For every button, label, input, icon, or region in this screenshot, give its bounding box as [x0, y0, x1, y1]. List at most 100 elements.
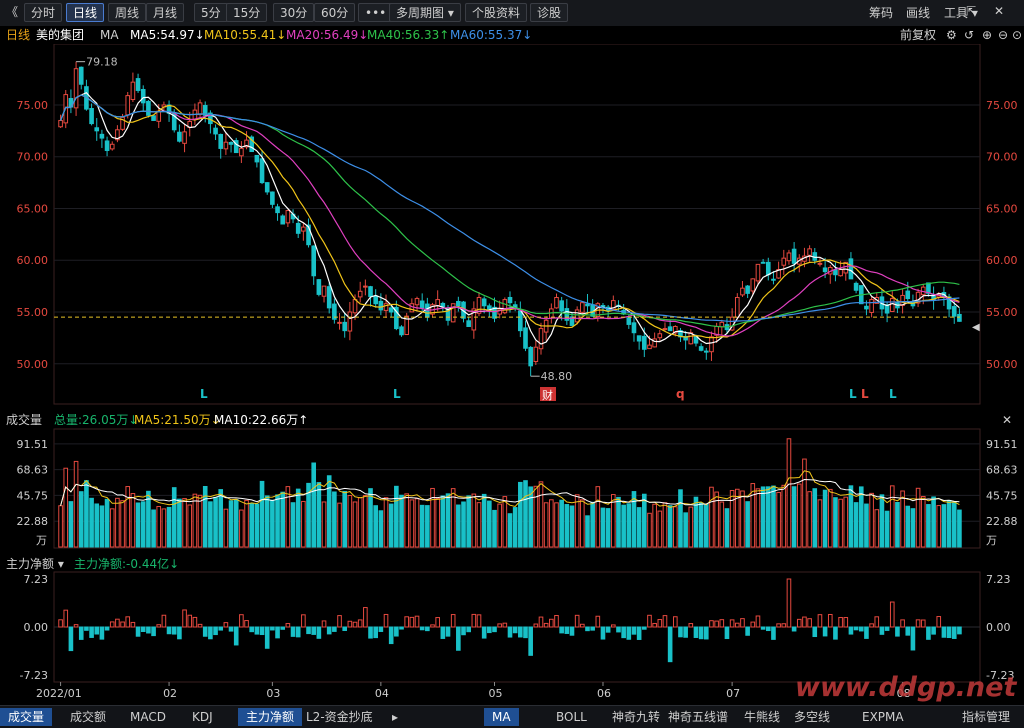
flow-bar	[290, 626, 296, 637]
flow-bar	[574, 614, 580, 628]
candle-body	[409, 303, 415, 313]
candle-body	[326, 286, 332, 309]
flow-bar	[931, 626, 936, 635]
tab-right-5[interactable]: 多空线	[786, 708, 838, 726]
volume-bar	[151, 509, 156, 548]
tab-left-5[interactable]: L2-资金抄底	[298, 708, 381, 726]
flow-bar	[533, 623, 539, 628]
volume-close-icon[interactable]: ✕	[1002, 413, 1012, 427]
volume-bar	[249, 503, 255, 548]
tab-left-4[interactable]: 主力净额	[238, 708, 303, 726]
toolbar-button-4[interactable]: 5分	[194, 3, 228, 22]
flow-bar	[554, 615, 559, 628]
zoom-out-icon[interactable]: ⊖	[998, 26, 1008, 44]
flow-bar	[776, 623, 781, 628]
flow-bar	[703, 626, 709, 640]
flow-bar	[549, 618, 554, 628]
volume-bar	[884, 510, 890, 548]
flow-bar	[709, 620, 714, 628]
tab-left-3[interactable]: KDJ	[184, 708, 221, 726]
arrow-right-icon[interactable]: ▸	[384, 708, 406, 726]
flow-bar	[280, 626, 286, 630]
toolbar-button-0[interactable]: 分时	[24, 3, 63, 22]
tab-right-0[interactable]: MA	[484, 708, 519, 726]
candle-body	[848, 258, 854, 280]
volume-bar	[879, 494, 885, 548]
expand-icon[interactable]: ⊙	[1012, 26, 1022, 44]
flow-title[interactable]: 主力净额 ▾	[6, 557, 64, 571]
undo-icon[interactable]: ↺	[964, 26, 974, 44]
tab-right-6[interactable]: EXPMA	[854, 708, 912, 726]
zoom-in-icon[interactable]: ⊕	[982, 26, 992, 44]
settings-icon[interactable]: ⚙	[946, 26, 957, 44]
tab-right-4[interactable]: 牛熊线	[736, 708, 788, 726]
flow-bar	[920, 619, 926, 628]
tab-right-1[interactable]: BOLL	[548, 708, 595, 726]
toolbar-button-1[interactable]: 日线	[66, 3, 105, 22]
tool-button-0[interactable]: 筹码	[869, 4, 893, 21]
tool-button-1[interactable]: 画线	[906, 4, 930, 21]
close-icon[interactable]: ✕	[994, 4, 1004, 18]
stock-chart[interactable]: 75.00 70.00 65.00 60.00 55.00 50.00 75.00 70.0…	[0, 44, 1024, 705]
toolbar-button-11[interactable]: 诊股	[530, 3, 569, 22]
tab-right-3[interactable]: 神奇五线谱	[660, 708, 736, 726]
tab-left-0[interactable]: 成交量	[0, 708, 53, 726]
stock-name[interactable]: 美的集团	[36, 26, 84, 44]
volume-bar	[905, 505, 911, 548]
toolbar-button-8[interactable]: •••	[358, 3, 394, 22]
candle-body	[657, 333, 663, 339]
price-pane: 75.00 70.00 65.00 60.00 55.00 50.00 75.00 70.0…	[17, 44, 1018, 405]
candle-body	[347, 311, 353, 332]
volume-bar	[259, 480, 265, 548]
flow-tick-left: -7.23	[20, 669, 48, 682]
flow-bar	[63, 609, 69, 628]
toolbar-button-6[interactable]: 30分	[273, 3, 315, 22]
volume-bars	[58, 438, 962, 548]
volume-bar	[605, 508, 611, 548]
time-tick-label: 2022/01	[36, 687, 82, 700]
adjust-label[interactable]: 前复权	[900, 26, 936, 44]
tab-left-1[interactable]: 成交额	[62, 708, 114, 726]
flow-bar	[760, 626, 766, 630]
candle-body	[156, 110, 162, 122]
candle-body	[574, 309, 580, 323]
flow-bar	[140, 626, 146, 633]
toolbar-button-7[interactable]: 60分	[314, 3, 356, 22]
volume-bar	[58, 505, 63, 548]
toolbar-button-5[interactable]: 15分	[226, 3, 268, 22]
volume-bar	[822, 489, 828, 548]
flow-bar	[502, 622, 508, 628]
candle-body	[352, 299, 358, 314]
flow-bar	[197, 623, 203, 628]
price-tick-left: 75.00	[17, 99, 49, 112]
restore-icon[interactable]: ⇱	[966, 4, 976, 18]
volume-bar	[99, 505, 105, 548]
toolbar-button-9[interactable]: 多周期图 ▾	[389, 3, 461, 22]
candle-body	[399, 326, 404, 336]
volume-bar	[760, 486, 766, 548]
volume-bar	[864, 503, 869, 548]
volume-bar	[678, 489, 683, 548]
volume-bar	[755, 488, 761, 548]
volume-bar	[817, 499, 823, 548]
flow-bar	[858, 626, 864, 632]
candle-body	[89, 108, 94, 125]
tab-right-2[interactable]: 神奇九转	[604, 708, 668, 726]
flow-bar	[662, 615, 668, 628]
toolbar-button-10[interactable]: 个股资料	[465, 3, 528, 22]
volume-bar	[239, 509, 244, 548]
flow-bar	[84, 626, 89, 631]
flow-bar	[213, 626, 218, 636]
volume-bar	[595, 486, 601, 548]
ma5-value: MA5:54.97↓	[130, 28, 205, 42]
volume-title: 成交量	[6, 412, 42, 427]
toolbar-button-2[interactable]: 周线	[108, 3, 147, 22]
volume-bar	[533, 485, 539, 548]
volume-bar	[466, 495, 471, 548]
toolbar-button-3[interactable]: 月线	[146, 3, 185, 22]
tab-right-7[interactable]: 指标管理	[958, 708, 1014, 726]
tab-left-2[interactable]: MACD	[122, 708, 174, 726]
candle-body	[218, 133, 224, 149]
chevron-left-icon[interactable]: 《	[6, 3, 18, 20]
flow-bar	[657, 619, 663, 628]
